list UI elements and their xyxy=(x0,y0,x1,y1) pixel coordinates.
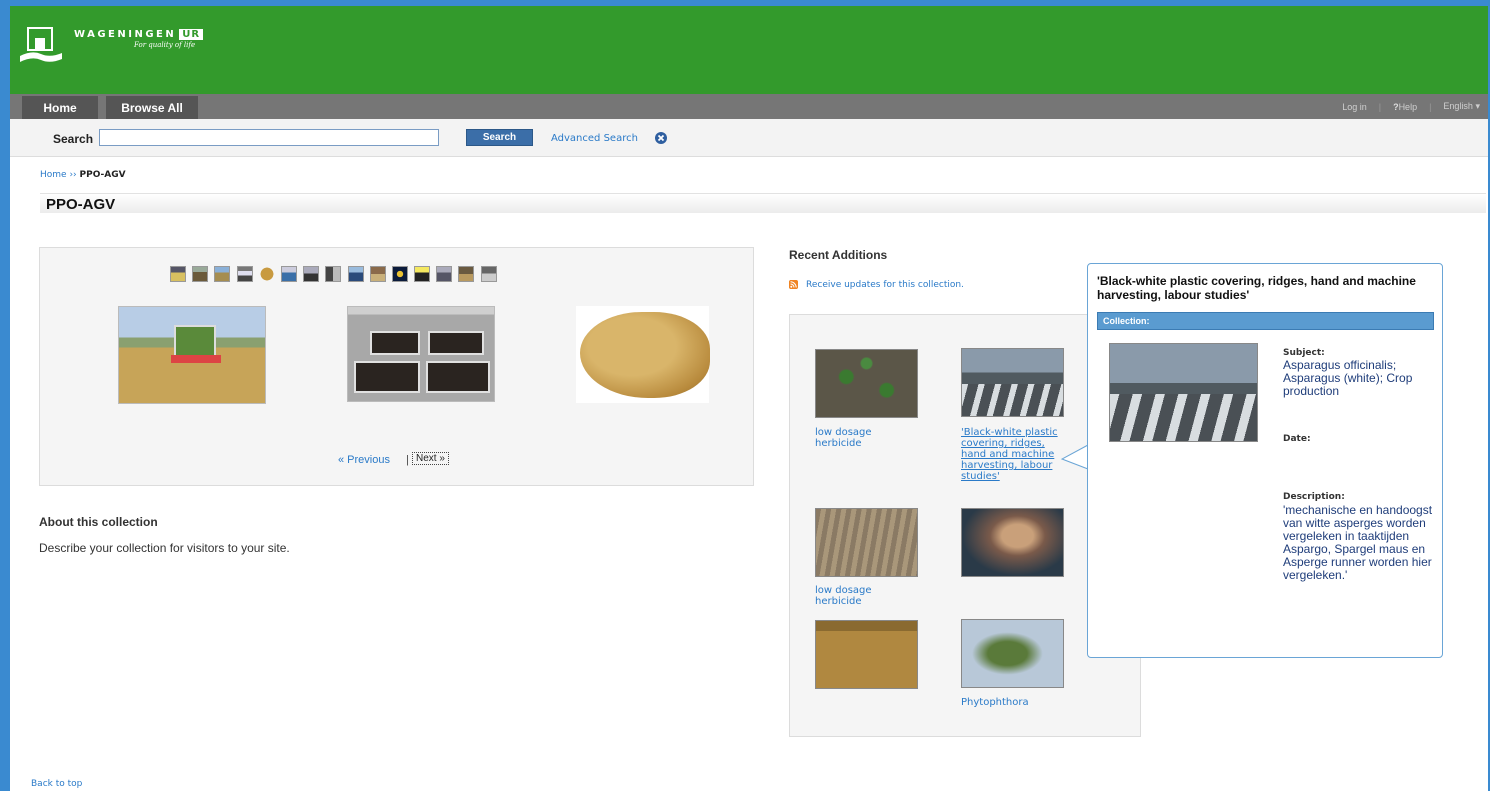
brand-tagline: For quality of life xyxy=(134,41,196,49)
language-select[interactable]: English ▾ xyxy=(1443,101,1480,112)
main-nav: Home Browse All Log in | ?Help | English… xyxy=(10,94,1488,119)
thumbnail[interactable] xyxy=(347,266,364,282)
recent-item-caption[interactable]: Phytophthora xyxy=(961,697,1065,708)
thumbnail[interactable] xyxy=(192,266,209,282)
search-input[interactable] xyxy=(99,129,439,146)
clear-search-icon[interactable] xyxy=(655,132,667,144)
rss-icon[interactable] xyxy=(789,280,798,289)
tooltip-collection-label: Collection: xyxy=(1097,312,1434,330)
brand-name: WAGENINGEN xyxy=(74,29,177,40)
tray-shape xyxy=(370,331,420,355)
nav-separator: | xyxy=(1378,101,1382,112)
recent-item-caption[interactable]: low dosage herbicide xyxy=(815,427,919,449)
search-button[interactable]: Search xyxy=(466,129,533,146)
breadcrumb: Home ›› PPO-AGV xyxy=(40,170,126,180)
thumbnail[interactable] xyxy=(480,266,497,282)
previous-link[interactable]: « Previous xyxy=(338,454,390,466)
thumbnail[interactable] xyxy=(170,266,186,282)
plastic-rows-shape xyxy=(962,384,1063,416)
wageningen-logo[interactable]: WAGENINGEN UR For quality of life xyxy=(18,26,204,66)
recent-item-image[interactable] xyxy=(815,508,918,577)
search-label: Search xyxy=(53,132,94,146)
recent-item-image[interactable] xyxy=(815,349,918,418)
item-preview-tooltip: 'Black-white plastic covering, ridges, h… xyxy=(1087,263,1443,658)
thumbnail[interactable] xyxy=(258,266,275,282)
potato-shape xyxy=(580,312,710,398)
nav-utilities: Log in | ?Help | English ▾ xyxy=(1342,94,1480,119)
title-bar: PPO-AGV xyxy=(40,193,1486,213)
back-to-top-link[interactable]: Back to top xyxy=(31,779,82,789)
logo-mark-icon xyxy=(20,27,62,62)
collection-slider: « Previous | Next » xyxy=(39,247,754,486)
thumbnail[interactable] xyxy=(436,266,453,282)
pager-separator: | xyxy=(406,454,409,466)
thumbnail[interactable] xyxy=(414,266,431,282)
login-link[interactable]: Log in xyxy=(1342,102,1367,112)
help-link[interactable]: ?Help xyxy=(1393,102,1417,112)
thumbnail[interactable] xyxy=(458,266,475,282)
slide-image-harvester[interactable] xyxy=(118,306,266,404)
plastic-rows-shape xyxy=(1110,394,1257,441)
help-label: Help xyxy=(1398,101,1418,112)
thumbnail[interactable] xyxy=(236,266,253,282)
tray-shape xyxy=(426,361,490,393)
tab-browse-all[interactable]: Browse All xyxy=(106,96,198,119)
tooltip-subject-value: Asparagus officinalis; Asparagus (white)… xyxy=(1283,358,1413,398)
tray-shape xyxy=(428,331,484,355)
recent-item-caption[interactable]: low dosage herbicide xyxy=(815,585,919,607)
thumbnail[interactable] xyxy=(303,266,320,282)
about-heading: About this collection xyxy=(39,515,158,529)
page-title: PPO-AGV xyxy=(46,196,116,213)
language-label: English xyxy=(1443,101,1473,111)
brand-suffix: UR xyxy=(179,29,204,40)
nav-separator: | xyxy=(1429,101,1432,112)
thumbnail[interactable] xyxy=(280,266,297,282)
window-left-border xyxy=(0,0,10,791)
tray-shape xyxy=(354,361,420,393)
tooltip-description-label: Description: xyxy=(1283,492,1345,502)
slide-image-trays[interactable] xyxy=(347,306,495,402)
breadcrumb-current: PPO-AGV xyxy=(79,170,126,180)
advanced-search-link[interactable]: Advanced Search xyxy=(551,133,638,144)
next-link[interactable]: Next » xyxy=(412,452,449,465)
recent-item-image[interactable] xyxy=(961,619,1064,688)
tooltip-date-label: Date: xyxy=(1283,434,1311,444)
thumbnail[interactable] xyxy=(214,266,231,282)
thumbnail[interactable] xyxy=(325,266,342,282)
tooltip-image xyxy=(1109,343,1258,442)
recent-item-image[interactable] xyxy=(961,508,1064,577)
slide-image-potato[interactable] xyxy=(576,306,710,403)
recent-additions-heading: Recent Additions xyxy=(789,248,888,262)
thumbnail[interactable] xyxy=(391,266,408,282)
tab-home[interactable]: Home xyxy=(22,96,98,119)
breadcrumb-home[interactable]: Home xyxy=(40,170,67,180)
search-bar: Search Search Advanced Search xyxy=(10,119,1488,157)
recent-item-caption[interactable]: 'Black-white plastic covering, ridges, h… xyxy=(961,427,1065,482)
tooltip-pointer xyxy=(1060,444,1089,470)
chevron-down-icon: ▾ xyxy=(1475,101,1480,111)
thumbnail[interactable] xyxy=(369,266,386,282)
tooltip-subject-label: Subject: xyxy=(1283,348,1325,358)
tooltip-description-value: 'mechanische en handoogst van witte aspe… xyxy=(1283,503,1433,582)
tooltip-title: 'Black-white plastic covering, ridges, h… xyxy=(1097,274,1416,302)
thumbnail-strip xyxy=(170,266,503,282)
site-header: WAGENINGEN UR For quality of life xyxy=(10,6,1488,94)
rss-subscribe-link[interactable]: Receive updates for this collection. xyxy=(806,280,964,290)
harvester-shape xyxy=(171,355,221,363)
recent-item-image[interactable] xyxy=(815,620,918,689)
recent-item-image[interactable] xyxy=(961,348,1064,417)
breadcrumb-separator: ›› xyxy=(69,170,77,180)
about-text: Describe your collection for visitors to… xyxy=(39,541,290,555)
